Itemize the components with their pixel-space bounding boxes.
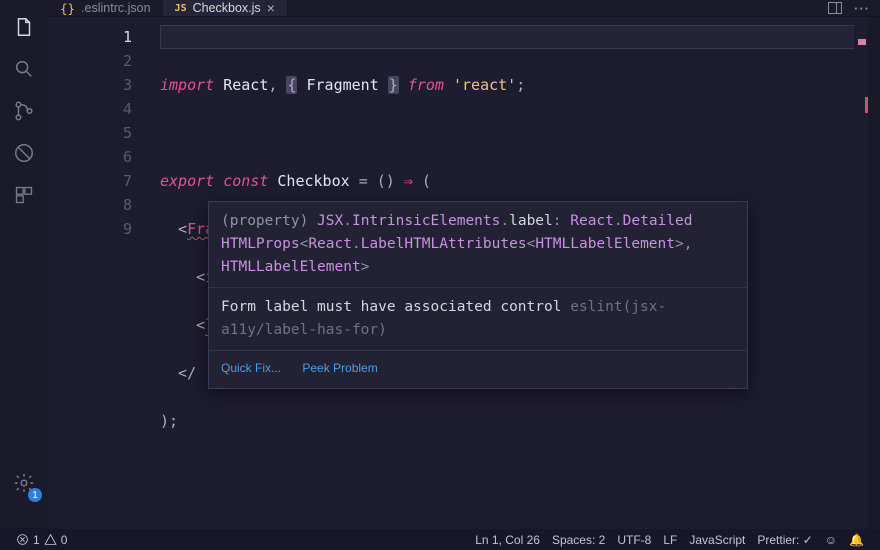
js-icon: JS	[175, 3, 187, 14]
close-icon[interactable]: ×	[267, 0, 275, 16]
hover-message: Form label must have associated control …	[209, 287, 747, 350]
status-language[interactable]: JavaScript	[683, 529, 751, 550]
minimap[interactable]	[854, 17, 868, 529]
bell-icon[interactable]: 🔔	[843, 529, 870, 550]
line-gutter: 123 456 789	[48, 17, 148, 529]
code-editor[interactable]: 123 456 789 import React, { Fragment } f…	[48, 17, 880, 529]
status-indent[interactable]: Spaces: 2	[546, 529, 611, 550]
status-prettier[interactable]: Prettier: ✓	[751, 529, 818, 550]
tab-label: Checkbox.js	[193, 1, 261, 15]
hover-signature: (property) JSX.IntrinsicElements.label: …	[209, 202, 747, 287]
extensions-icon[interactable]	[0, 174, 48, 216]
explorer-icon[interactable]	[0, 6, 48, 48]
feedback-icon[interactable]: ☺	[819, 529, 843, 550]
hover-tooltip: (property) JSX.IntrinsicElements.label: …	[208, 201, 748, 389]
scrollbar[interactable]	[868, 17, 880, 529]
status-encoding[interactable]: UTF-8	[611, 529, 657, 550]
activity-bar: 1	[0, 0, 48, 528]
source-control-icon[interactable]	[0, 90, 48, 132]
settings-gear-icon[interactable]: 1	[0, 462, 48, 504]
tab-checkbox[interactable]: JS Checkbox.js ×	[163, 0, 287, 16]
peek-problem-link[interactable]: Peek Problem	[302, 361, 377, 375]
more-icon[interactable]: ···	[854, 1, 870, 16]
editor-group: {} .eslintrc.json JS Checkbox.js × ··· 1…	[48, 0, 880, 528]
quick-fix-link[interactable]: Quick Fix...	[221, 361, 281, 375]
settings-badge: 1	[28, 488, 42, 502]
search-icon[interactable]	[0, 48, 48, 90]
status-problems[interactable]: 1 0	[10, 529, 73, 550]
brace-icon: {}	[60, 1, 75, 16]
debug-disabled-icon[interactable]	[0, 132, 48, 174]
status-eol[interactable]: LF	[657, 529, 683, 550]
status-bar: 1 0 Ln 1, Col 26 Spaces: 2 UTF-8 LF Java…	[0, 528, 880, 550]
split-editor-icon[interactable]	[828, 2, 842, 14]
tab-label: .eslintrc.json	[81, 1, 150, 15]
tab-bar: {} .eslintrc.json JS Checkbox.js × ···	[48, 0, 880, 17]
status-cursor[interactable]: Ln 1, Col 26	[469, 529, 546, 550]
tab-eslintrc[interactable]: {} .eslintrc.json	[48, 0, 163, 16]
